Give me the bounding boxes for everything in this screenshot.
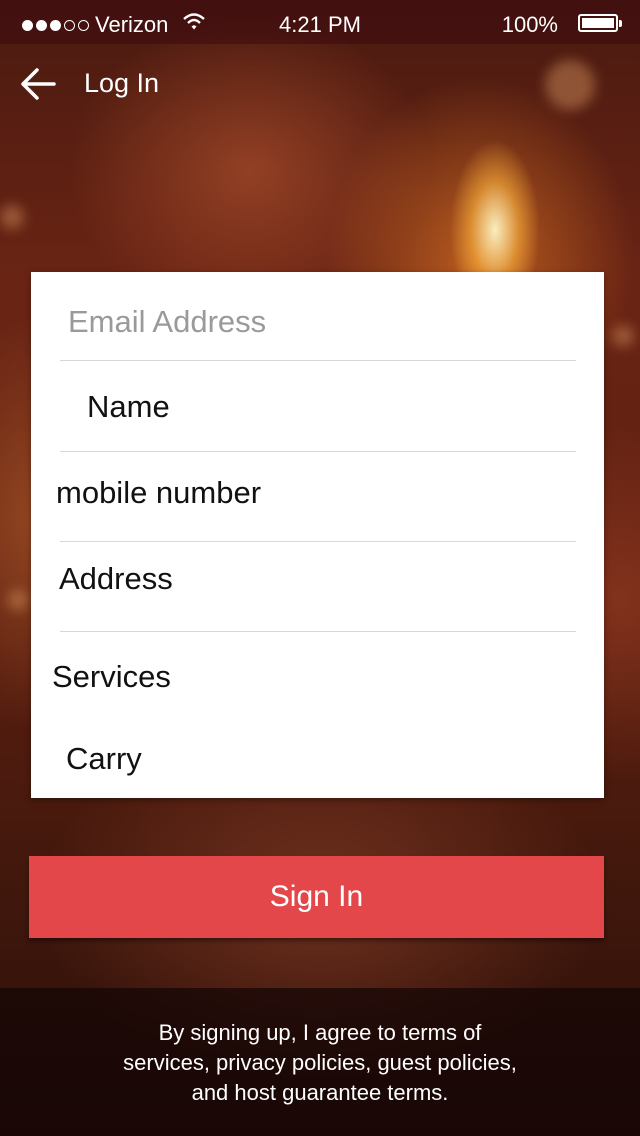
battery-percent: 100% — [501, 12, 558, 37]
back-button[interactable] — [18, 64, 62, 104]
page-title: Log In — [84, 68, 160, 98]
terms-text: By signing up, I agree to terms of servi… — [0, 1018, 640, 1108]
services-text: Services — [52, 659, 171, 694]
battery-icon — [578, 14, 622, 32]
terms-line-2: services, privacy policies, guest polici… — [123, 1050, 517, 1075]
carry-field[interactable]: Carry — [31, 741, 604, 801]
divider — [60, 360, 576, 361]
carry-text: Carry — [66, 741, 142, 776]
back-arrow-icon — [21, 68, 56, 100]
terms-line-3: and host guarantee terms. — [191, 1080, 449, 1105]
signup-form: Email Address Name mobile number Address… — [31, 272, 604, 798]
email-placeholder: Email Address — [68, 304, 267, 339]
divider — [60, 631, 576, 632]
mobile-number-text: mobile number — [56, 475, 262, 510]
sign-in-button[interactable]: Sign In — [29, 856, 604, 938]
terms-line-1: By signing up, I agree to terms of — [158, 1020, 482, 1045]
name-field-text: Name — [87, 389, 170, 424]
bokeh-light — [8, 590, 28, 610]
email-field[interactable]: Email Address — [31, 304, 604, 364]
address-field[interactable]: Address — [31, 561, 604, 621]
bokeh-light — [612, 325, 634, 347]
address-text: Address — [59, 561, 173, 596]
bokeh-light — [0, 205, 24, 229]
status-bar: Verizon 4:21 PM 100% — [0, 0, 640, 44]
name-field[interactable]: Name — [31, 389, 604, 449]
nav-bar: Log In — [0, 44, 640, 124]
mobile-number-field[interactable]: mobile number — [31, 475, 604, 535]
divider — [60, 451, 576, 452]
divider — [60, 541, 576, 542]
services-field[interactable]: Services — [31, 659, 604, 719]
